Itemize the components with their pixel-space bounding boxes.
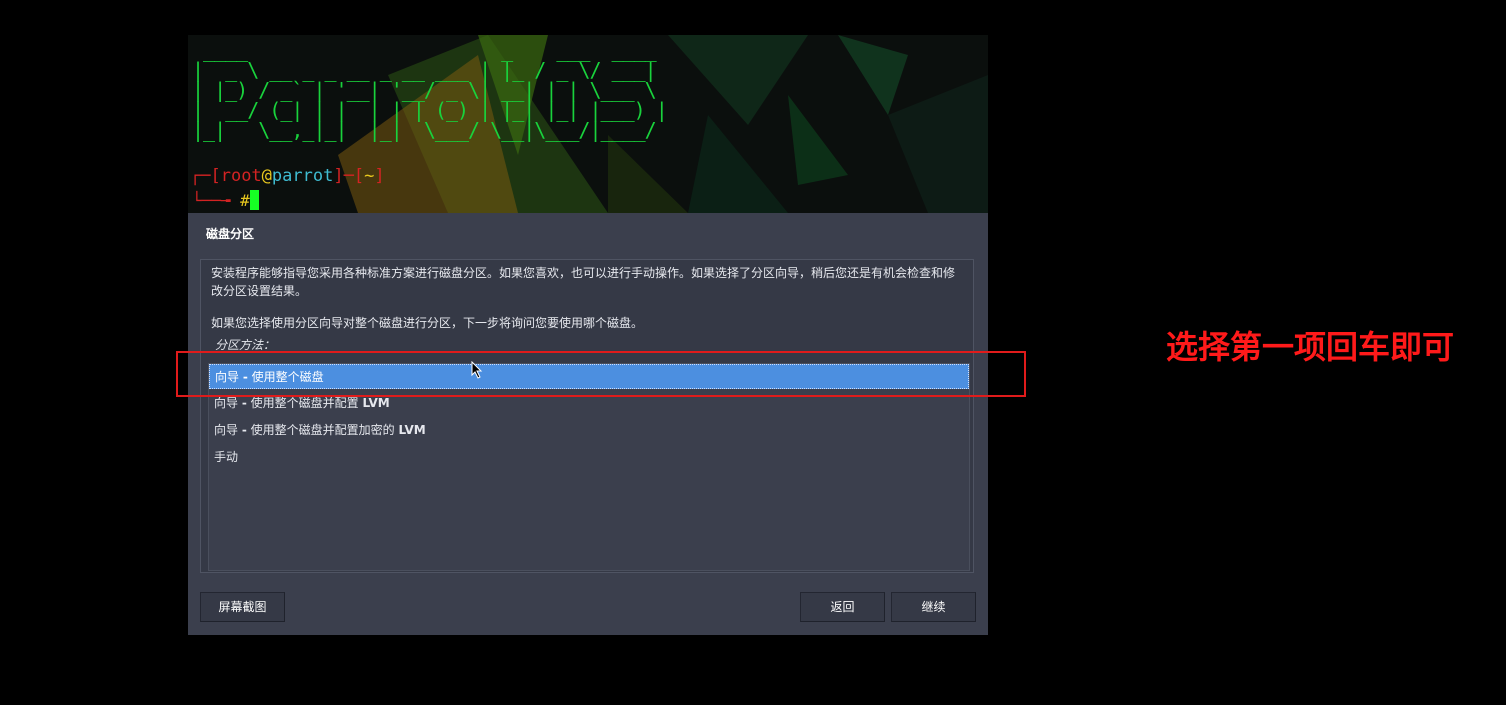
shell-prompt: ┌─[root@parrot]─[~] (190, 166, 385, 186)
parrot-os-ascii-logo: ____ _ ___ ____ | _ \ __ _ _ __ _ __ ___… (192, 38, 668, 142)
hint-text: 如果您选择使用分区向导对整个磁盘进行分区，下一步将询问您要使用哪个磁盘。 (211, 316, 644, 330)
shell-input-line[interactable]: └──╼ # (192, 190, 259, 210)
content-panel: 安装程序能够指导您采用各种标准方案进行磁盘分区。如果您喜欢，也可以进行手动操作。… (200, 259, 974, 573)
option-manual[interactable]: 手动 (209, 445, 969, 470)
description-text: 安装程序能够指导您采用各种标准方案进行磁盘分区。如果您喜欢，也可以进行手动操作。… (211, 266, 956, 298)
highlight-box (176, 351, 1026, 397)
back-button[interactable]: 返回 (800, 592, 885, 622)
partition-dialog: 磁盘分区 安装程序能够指导您采用各种标准方案进行磁盘分区。如果您喜欢，也可以进行… (188, 213, 988, 635)
annotation-text: 选择第一项回车即可 (1166, 328, 1455, 366)
screenshot-button[interactable]: 屏幕截图 (200, 592, 285, 622)
option-guided-encrypted-lvm[interactable]: 向导 - 使用整个磁盘并配置加密的 LVM (209, 418, 969, 443)
mouse-pointer-icon (471, 361, 483, 379)
continue-button[interactable]: 继续 (891, 592, 976, 622)
dialog-title: 磁盘分区 (206, 227, 255, 241)
text-cursor (249, 190, 259, 210)
